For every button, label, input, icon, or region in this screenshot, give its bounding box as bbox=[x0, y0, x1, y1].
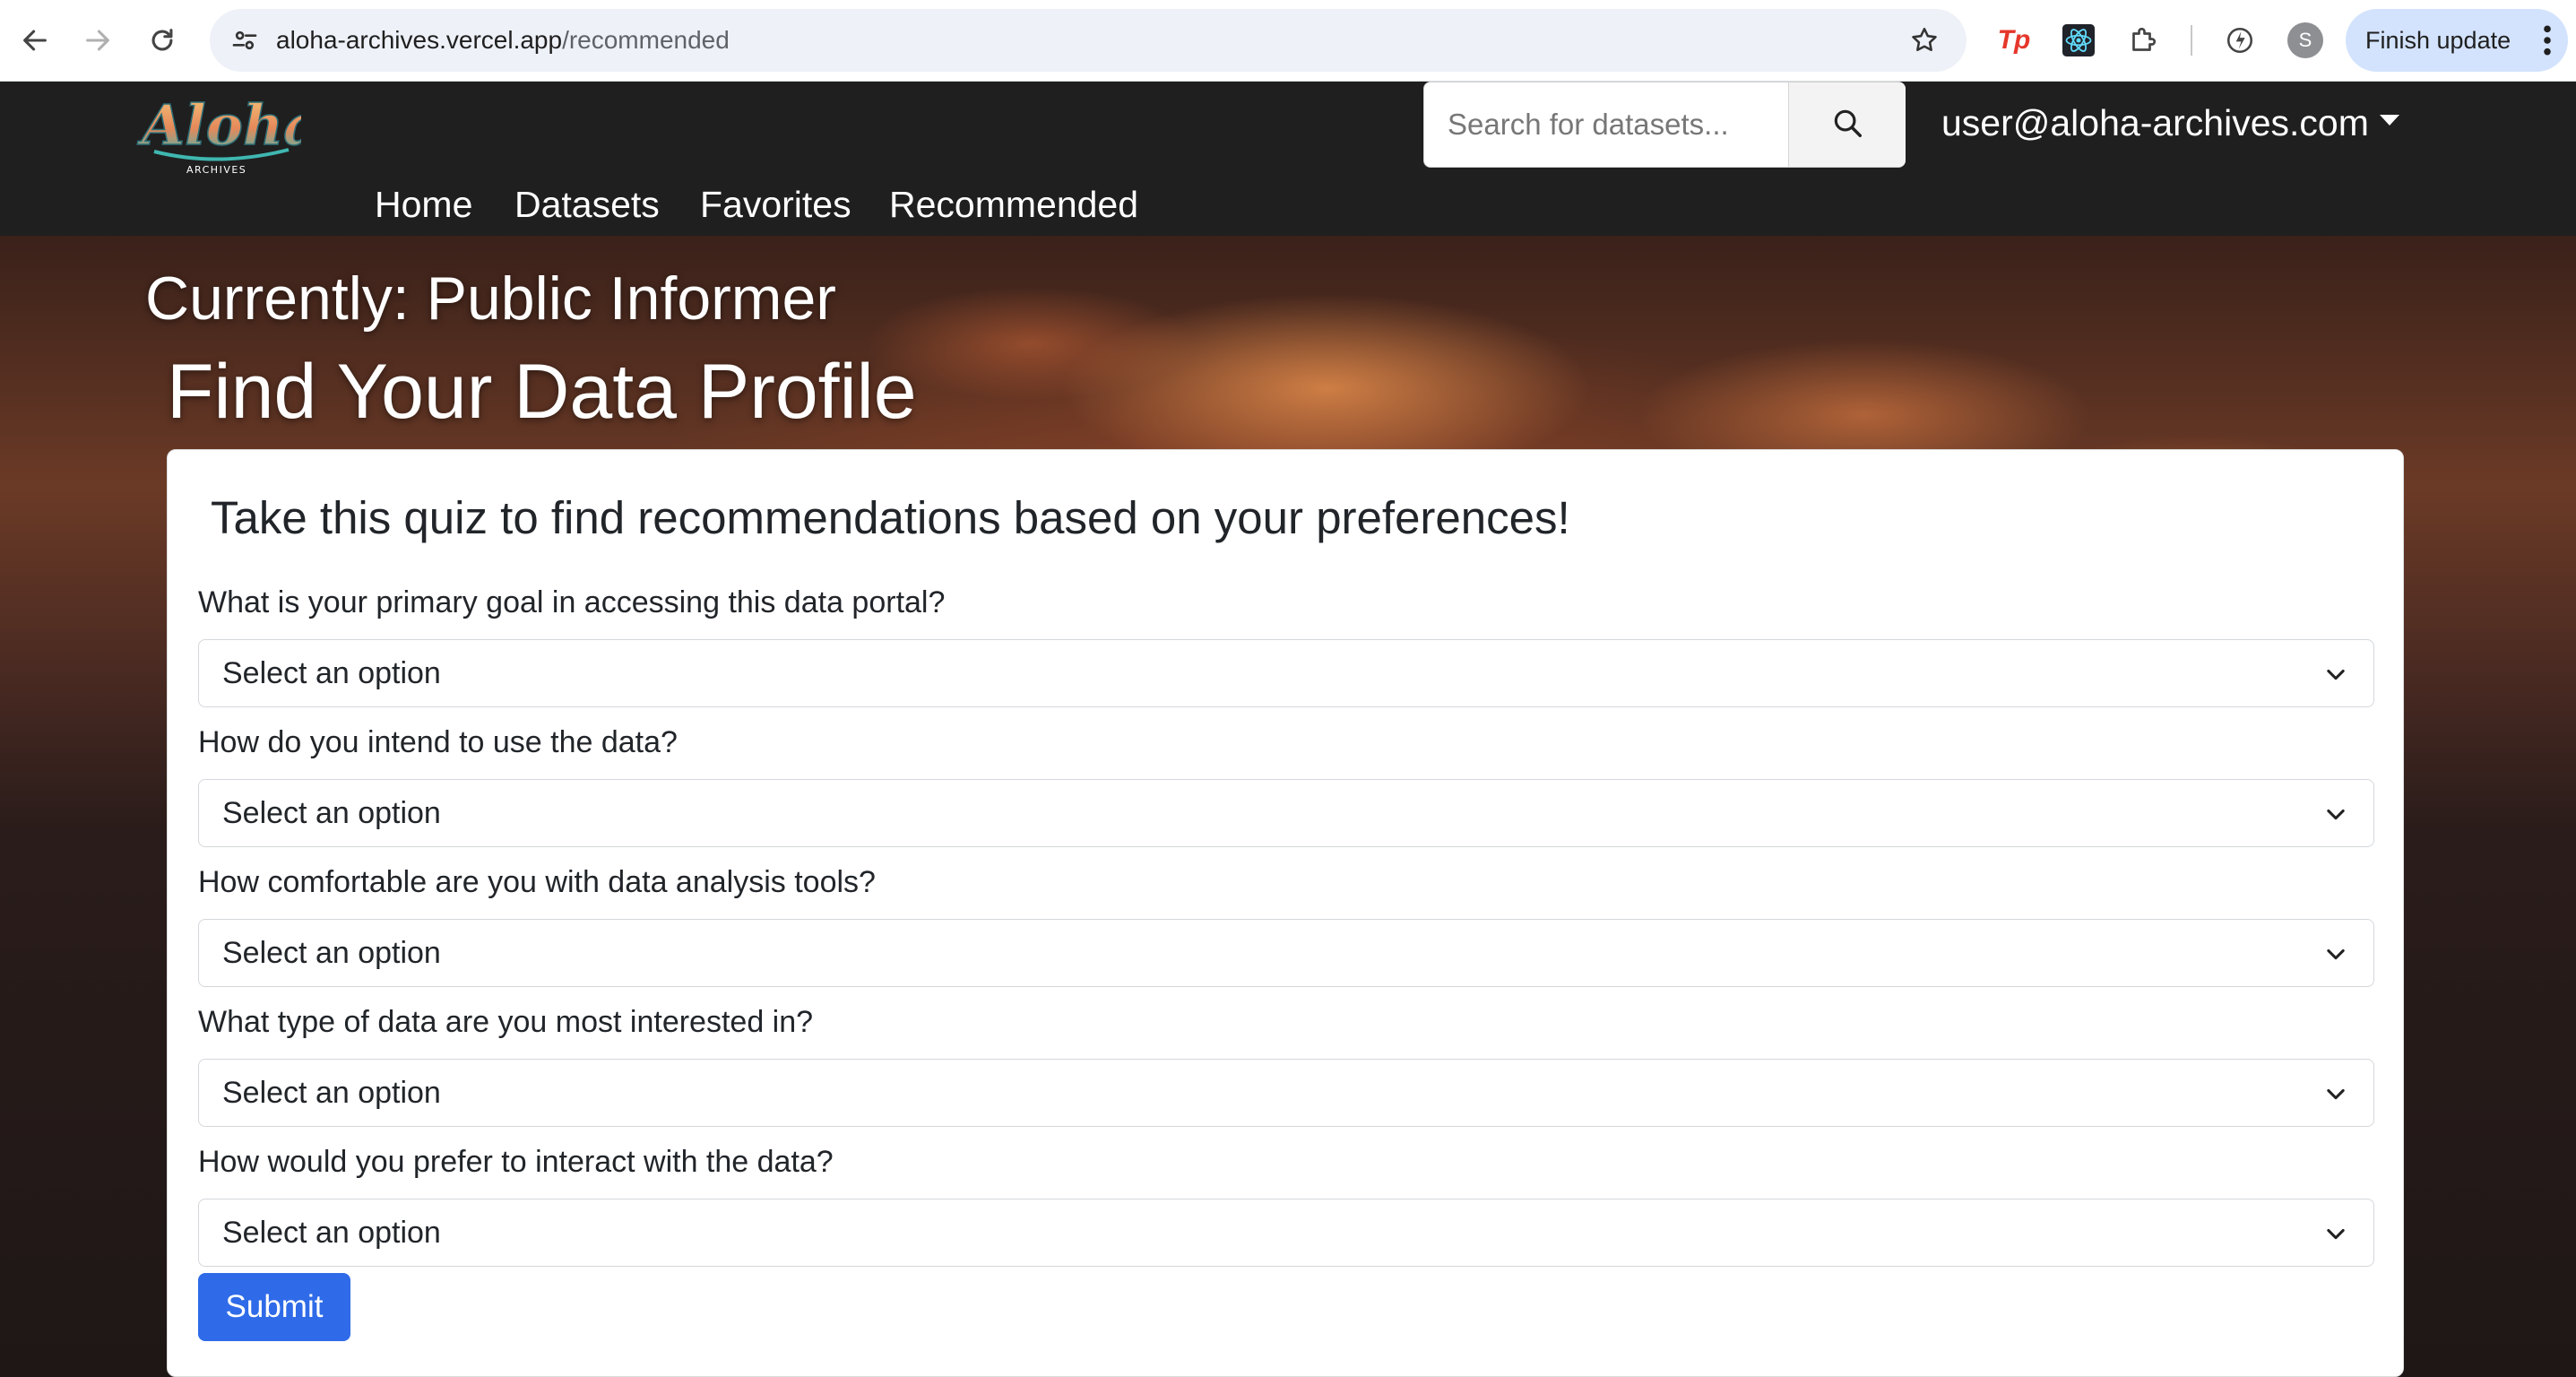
caret-down-icon bbox=[2379, 115, 2399, 126]
search-input[interactable] bbox=[1424, 82, 1788, 167]
user-menu-toggle[interactable]: user@aloha-archives.com bbox=[1941, 100, 2399, 145]
aloha-archives-logo[interactable]: Aloha ARCHIVES bbox=[136, 82, 320, 178]
question-3-value: Select an option bbox=[222, 936, 441, 970]
question-2-value: Select an option bbox=[222, 796, 441, 830]
more-vert-icon[interactable] bbox=[2543, 23, 2552, 64]
current-profile-label: Currently: Public Informer bbox=[145, 264, 836, 333]
quiz-heading: Take this quiz to find recommendations b… bbox=[211, 492, 1570, 543]
svg-text:ARCHIVES: ARCHIVES bbox=[186, 164, 246, 176]
reload-icon[interactable] bbox=[140, 18, 185, 63]
nav-recommended[interactable]: Recommended bbox=[889, 182, 1138, 227]
browser-toolbar: aloha-archives.vercel.app/recommended Tp… bbox=[0, 0, 2576, 82]
question-4-value: Select an option bbox=[222, 1076, 441, 1110]
bookmark-star-icon[interactable] bbox=[1902, 18, 1947, 63]
back-icon[interactable] bbox=[13, 18, 57, 63]
nav-home[interactable]: Home bbox=[375, 182, 472, 227]
question-1-value: Select an option bbox=[222, 656, 441, 690]
user-email: user@aloha-archives.com bbox=[1941, 102, 2369, 143]
question-5-value: Select an option bbox=[222, 1216, 441, 1250]
site-navbar: Aloha ARCHIVES Home Datasets Favorites R… bbox=[0, 82, 2576, 236]
chevron-down-icon bbox=[2327, 1088, 2345, 1100]
question-3-select[interactable]: Select an option bbox=[198, 919, 2374, 987]
tp-extension-icon[interactable]: Tp bbox=[1992, 18, 2036, 63]
extensions-puzzle-icon[interactable] bbox=[2121, 18, 2165, 63]
toolbar-separator bbox=[2191, 25, 2192, 56]
question-3-label: How comfortable are you with data analys… bbox=[198, 865, 876, 899]
finish-update-button[interactable]: Finish update bbox=[2346, 9, 2568, 72]
quiz-card: Take this quiz to find recommendations b… bbox=[167, 449, 2404, 1377]
nav-favorites[interactable]: Favorites bbox=[700, 182, 851, 227]
address-bar[interactable]: aloha-archives.vercel.app/recommended bbox=[210, 9, 1967, 72]
chevron-down-icon bbox=[2327, 948, 2345, 960]
page-title: Find Your Data Profile bbox=[167, 349, 917, 435]
chevron-down-icon bbox=[2327, 1228, 2345, 1240]
url-text: aloha-archives.vercel.app/recommended bbox=[276, 9, 730, 72]
question-5-label: How would you prefer to interact with th… bbox=[198, 1145, 834, 1179]
question-2-select[interactable]: Select an option bbox=[198, 779, 2374, 847]
performance-icon[interactable] bbox=[2217, 18, 2262, 63]
nav-datasets[interactable]: Datasets bbox=[514, 182, 660, 227]
forward-icon[interactable] bbox=[75, 18, 120, 63]
search-icon bbox=[1830, 106, 1864, 143]
chevron-down-icon bbox=[2327, 669, 2345, 680]
dataset-search bbox=[1423, 82, 1906, 168]
site-info-icon[interactable] bbox=[222, 18, 267, 63]
question-5-select[interactable]: Select an option bbox=[198, 1199, 2374, 1267]
question-4-select[interactable]: Select an option bbox=[198, 1059, 2374, 1127]
finish-update-label: Finish update bbox=[2365, 26, 2511, 54]
search-button[interactable] bbox=[1788, 82, 1906, 167]
chevron-down-icon bbox=[2327, 809, 2345, 820]
react-extension-icon[interactable] bbox=[2056, 18, 2101, 63]
profile-avatar[interactable]: S bbox=[2287, 22, 2323, 58]
question-1-label: What is your primary goal in accessing t… bbox=[198, 585, 946, 619]
question-4-label: What type of data are you most intereste… bbox=[198, 1005, 814, 1039]
question-2-label: How do you intend to use the data? bbox=[198, 725, 678, 759]
url-host: aloha-archives.vercel.app bbox=[276, 26, 563, 54]
question-1-select[interactable]: Select an option bbox=[198, 639, 2374, 707]
svg-text:Aloha: Aloha bbox=[137, 92, 301, 158]
url-path: /recommended bbox=[562, 26, 730, 54]
submit-button[interactable]: Submit bbox=[198, 1273, 350, 1341]
